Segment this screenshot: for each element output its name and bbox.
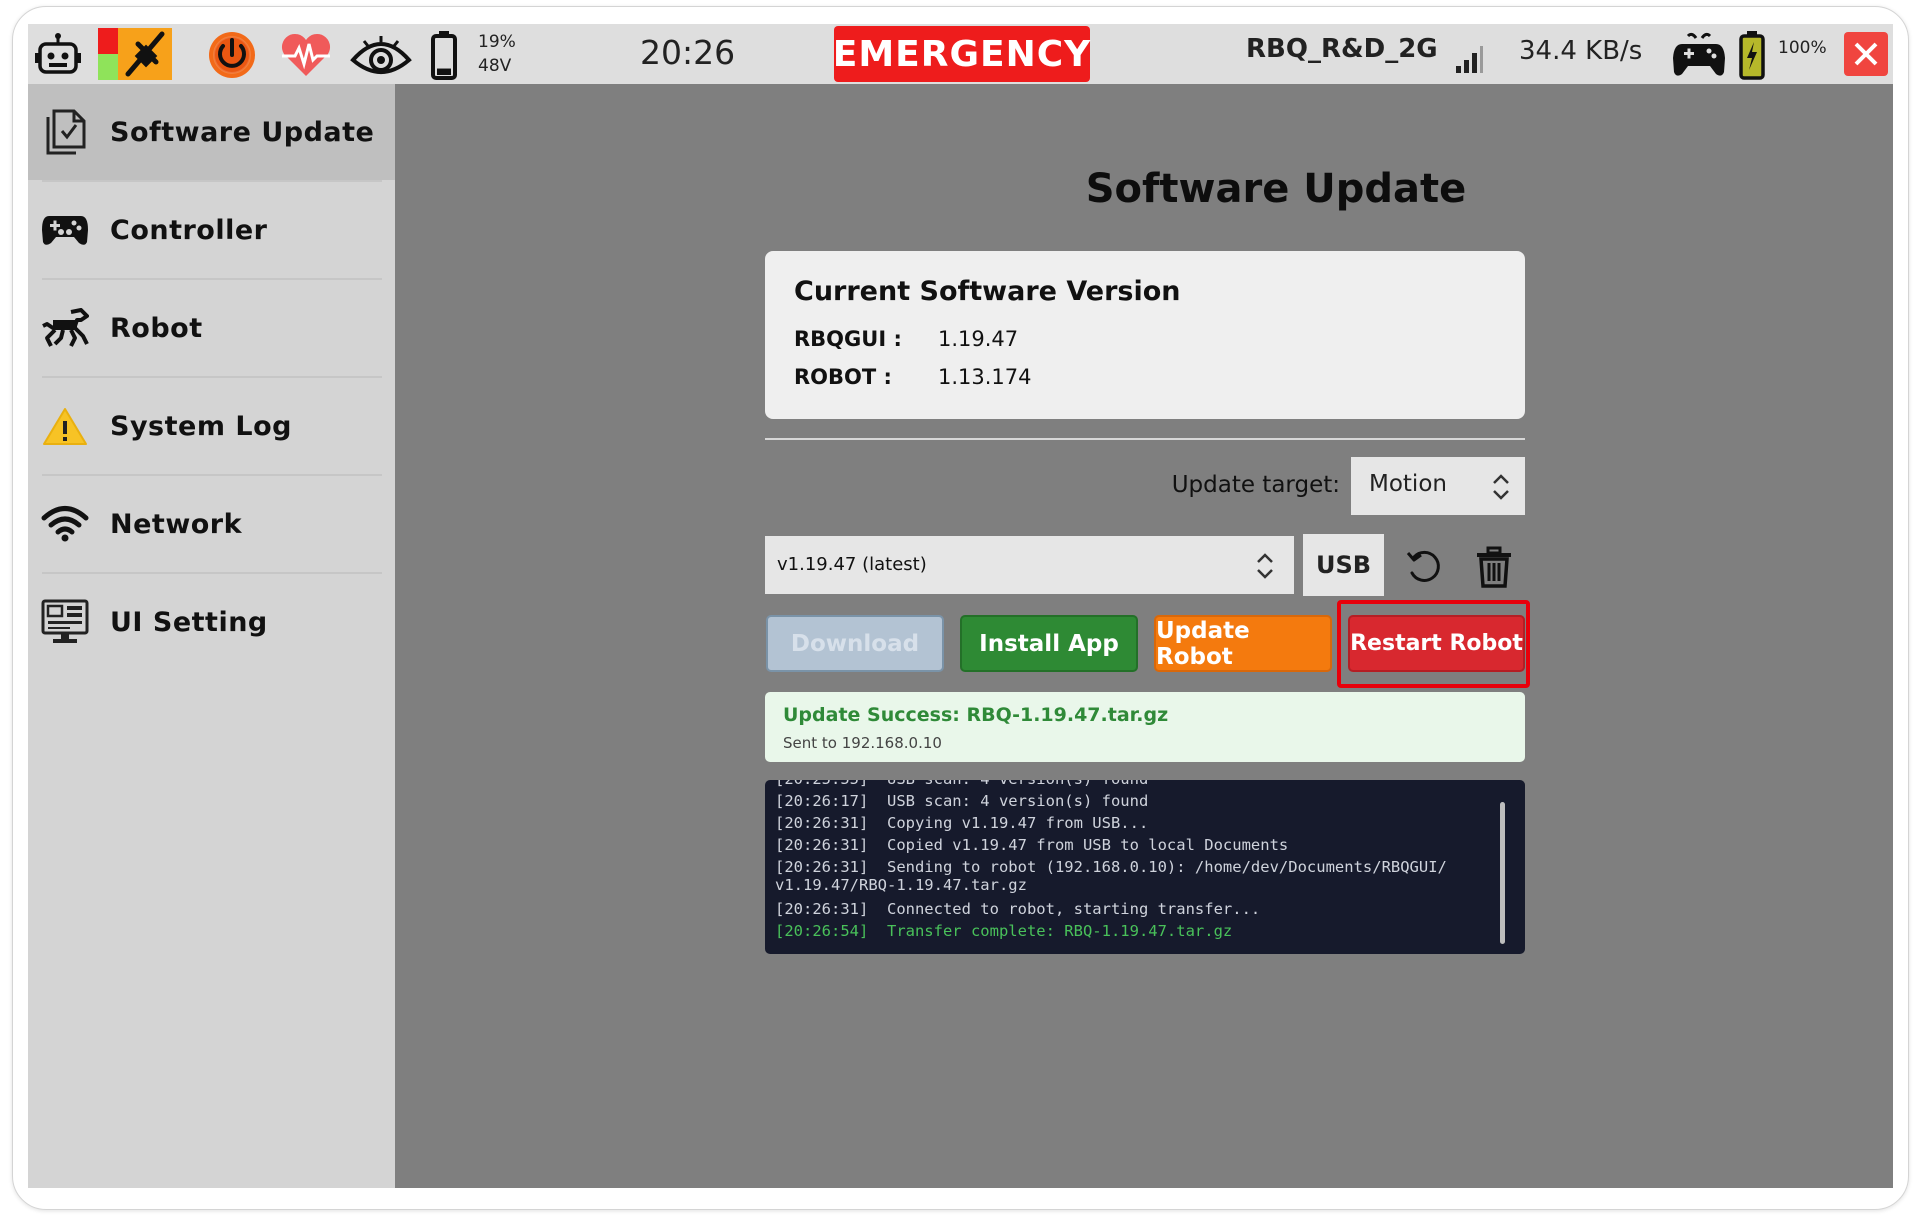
install-app-button[interactable]: Install App (960, 615, 1138, 672)
update-robot-button[interactable]: Update Robot (1154, 615, 1332, 672)
update-target-label: Update target: (1171, 472, 1340, 498)
usb-button[interactable]: USB (1303, 534, 1384, 596)
version-select-value: v1.19.47 (latest) (777, 554, 927, 575)
main-panel: Software Update Current Software Version… (28, 24, 1893, 1188)
trash-icon[interactable] (1472, 545, 1516, 589)
chevron-updown-icon (1493, 474, 1509, 500)
version-card: Current Software Version RBQGUI : 1.19.4… (765, 251, 1525, 419)
card-title: Current Software Version (794, 276, 1181, 307)
log-line: [20:26:31] Copying v1.19.47 from USB... (775, 814, 1149, 832)
log-line: [20:26:17] USB scan: 4 version(s) found (775, 792, 1149, 810)
download-button[interactable]: Download (766, 615, 944, 672)
status-detail: Sent to 192.168.0.10 (783, 734, 942, 752)
rbqgui-version-value: 1.19.47 (938, 327, 1019, 351)
log-line: [20:25:55] USB scan: 4 version(s) found (775, 780, 1148, 788)
section-divider (765, 438, 1525, 440)
update-target-select[interactable]: Motion (1351, 457, 1525, 515)
chevron-updown-icon (1257, 553, 1273, 579)
robot-version-label: ROBOT : (794, 365, 892, 389)
status-title: Update Success: RBQ-1.19.47.tar.gz (783, 704, 1169, 726)
highlight-box (1337, 600, 1530, 688)
log-line: [20:26:31] Connected to robot, starting … (775, 900, 1261, 918)
update-target-value: Motion (1369, 471, 1447, 497)
version-select[interactable]: v1.19.47 (latest) (765, 536, 1294, 594)
rbqgui-version-label: RBQGUI : (794, 327, 902, 351)
log-console[interactable]: [20:25:55] USB scan: 4 version(s) found … (765, 780, 1525, 954)
update-status-banner: Update Success: RBQ-1.19.47.tar.gz Sent … (765, 692, 1525, 762)
log-line: [20:26:31] Sending to robot (192.168.0.1… (775, 858, 1447, 876)
log-scrollbar[interactable] (1500, 802, 1505, 944)
log-line-success: [20:26:54] Transfer complete: RBQ-1.19.4… (775, 922, 1233, 940)
refresh-icon[interactable] (1402, 545, 1446, 589)
robot-version-value: 1.13.174 (938, 365, 1032, 389)
app-screen: 19% 48V 20:26 EMERGENCY RBQ_R&D_2G 34.4 … (28, 24, 1893, 1188)
log-line: [20:26:31] Copied v1.19.47 from USB to l… (775, 836, 1289, 854)
log-line: v1.19.47/RBQ-1.19.47.tar.gz (775, 876, 1027, 894)
page-title: Software Update (1085, 166, 1467, 212)
